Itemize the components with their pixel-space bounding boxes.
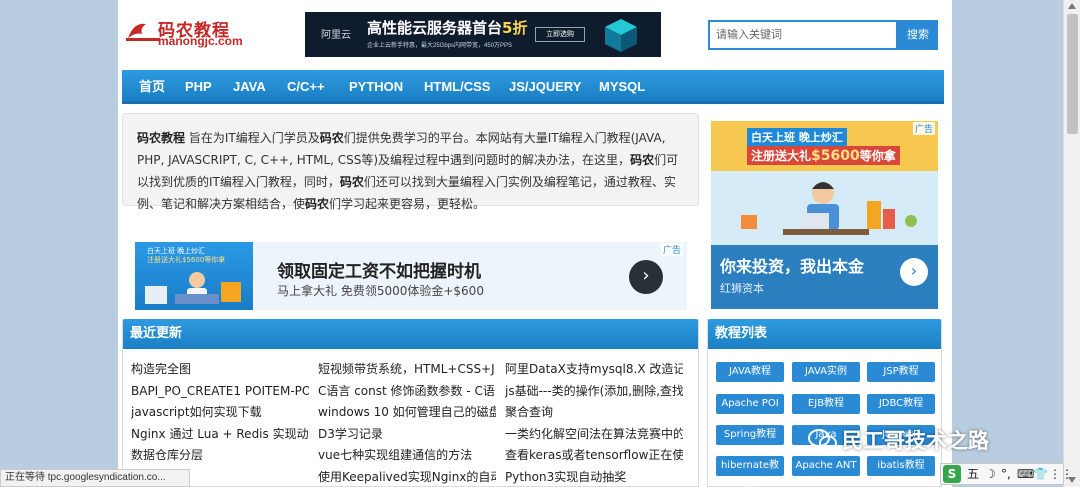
banner-ad-body: 领取固定工资不如把握时机 马上拿大礼 免费领5000体验金+$600 › xyxy=(253,242,687,310)
tutorial-tag[interactable]: hibernate教程 xyxy=(716,456,784,487)
recent-link[interactable]: BAPI_PO_CREATE1 POITEM-PO xyxy=(131,381,309,403)
tutorial-tag[interactable]: Spring教程 xyxy=(716,425,784,445)
recent-list: 构造完全图 BAPI_PO_CREATE1 POITEM-PO javascri… xyxy=(131,359,691,487)
recent-column-3: 阿里DataX支持mysql8.X 改造记 js基础---类的操作(添加,删除,… xyxy=(505,359,683,487)
wechat-watermark: 民工哥技术之路 xyxy=(808,425,989,453)
site-logo[interactable]: 码农教程 manongjc.com xyxy=(124,14,254,50)
nav-item-mysql[interactable]: MYSQL xyxy=(599,70,645,104)
moon-icon[interactable]: ☽ xyxy=(985,464,996,484)
trader-illustration-icon xyxy=(145,272,241,304)
tutorial-tag[interactable]: JSP教程 xyxy=(867,362,935,382)
main-nav: 首页 PHP JAVA C/C++ PYTHON HTML/CSS JS/JQU… xyxy=(122,70,944,104)
search-button[interactable]: 搜索 xyxy=(898,20,938,50)
side-ad-amount: $5600 xyxy=(811,148,860,164)
logo-domain: manongjc.com xyxy=(158,34,243,48)
side-ad-line2-suffix: 等你拿 xyxy=(859,149,896,163)
recent-link[interactable]: C语言 const 修饰函数参数 - C语 xyxy=(318,381,496,403)
recent-link[interactable]: windows 10 如何管理自己的磁盘 xyxy=(318,402,496,424)
recent-link[interactable]: javascript如何实现下载 xyxy=(131,402,309,424)
top-ad-brand: 阿里云 xyxy=(321,30,351,41)
recent-link[interactable]: 聚合查询 xyxy=(505,402,683,424)
top-ad-sub: 企业上云新手特惠，最大25Gbps内网带宽，450万PPS xyxy=(367,43,513,49)
ime-toolbar[interactable]: S 五 ☽ °, ⌨ 👕 ⋮⋮ xyxy=(940,463,1073,485)
recent-link[interactable]: vue七种实现组建通信的方法 xyxy=(318,445,496,467)
office-worker-illustration-icon xyxy=(711,171,938,251)
intro-brand-3: 码农 xyxy=(630,153,655,167)
wechat-icon xyxy=(808,429,837,451)
top-ad-headline-text: 高性能云服务器首台 xyxy=(367,19,503,37)
recent-column-2: 短视频带货系统，HTML+CSS+J C语言 const 修饰函数参数 - C语… xyxy=(318,359,496,487)
nav-item-c-cpp[interactable]: C/C++ xyxy=(287,70,325,104)
grid-icon[interactable]: ⋮⋮ xyxy=(1049,464,1073,484)
side-ad-headline: 你来投资，我出本金 xyxy=(720,257,865,276)
recent-link[interactable]: 使用Keepalived实现Nginx的自动 xyxy=(318,467,496,487)
watermark-text: 民工哥技术之路 xyxy=(842,429,989,453)
top-ad-banner[interactable]: 阿里云 高性能云服务器首台5折 企业上云新手特惠，最大25Gbps内网带宽，45… xyxy=(305,12,661,57)
banner-ad-headline: 领取固定工资不如把握时机 xyxy=(277,262,481,282)
side-ad-line2: 注册送大礼$5600等你拿 xyxy=(747,146,900,165)
recent-link[interactable]: 数据仓库分层 xyxy=(131,445,309,467)
search-box: 请输入关键词 搜索 xyxy=(708,20,938,50)
banner-ad-thumb: 白天上班 晚上炒汇 注册送大礼$5600等你拿 xyxy=(135,242,253,310)
page-container: 码农教程 manongjc.com 阿里云 高性能云服务器首台5折 企业上云新手… xyxy=(118,0,952,487)
recent-link[interactable]: Python3实现自动抽奖 xyxy=(505,467,683,487)
punctuation-icon[interactable]: °, xyxy=(1001,464,1011,484)
nav-item-python[interactable]: PYTHON xyxy=(349,70,403,104)
recent-link[interactable]: js基础---类的操作(添加,删除,查找 xyxy=(505,381,683,403)
intro-brand: 码农教程 xyxy=(137,131,186,145)
ime-mode[interactable]: 五 xyxy=(967,464,979,484)
browser-status-bar: 正在等待 tpc.googlesyndication.co... xyxy=(0,469,190,487)
skin-icon[interactable]: 👕 xyxy=(1033,464,1048,484)
tutorial-tag[interactable]: JAVA教程 xyxy=(716,362,784,382)
intro-text-1: 旨在为IT编程入门学员及 xyxy=(185,131,320,145)
tutorial-tag[interactable]: EJB教程 xyxy=(792,394,860,414)
recent-link[interactable]: 短视频带货系统，HTML+CSS+J xyxy=(318,359,496,381)
banner-ad-sub: 马上拿大礼 免费领5000体验金+$600 xyxy=(277,284,484,298)
side-ad[interactable]: 白天上班 晚上炒汇 注册送大礼$5600等你拿 你来投资，我出本金 红狮资本 ›… xyxy=(711,121,938,309)
tutorial-panel: JAVA教程 JAVA实例 JSP教程 Apache POI EJB教程 JDB… xyxy=(707,319,942,487)
ad-tag-close-icon[interactable]: 广告 xyxy=(660,243,683,256)
recent-panel: 构造完全图 BAPI_PO_CREATE1 POITEM-PO javascri… xyxy=(122,319,699,487)
intro-brand-2: 码农 xyxy=(319,131,344,145)
search-input[interactable]: 请输入关键词 xyxy=(708,20,898,50)
server-cube-icon xyxy=(605,19,637,52)
recent-link[interactable]: 构造完全图 xyxy=(131,359,309,381)
top-ad-headline-highlight: 5折 xyxy=(502,19,528,37)
nav-item-java[interactable]: JAVA xyxy=(233,70,266,104)
top-ad-headline: 高性能云服务器首台5折 xyxy=(367,17,527,38)
tutorial-tag[interactable]: ibatis教程 xyxy=(867,456,935,476)
intro-brand-4: 码农 xyxy=(339,175,364,189)
banner-ad[interactable]: 白天上班 晚上炒汇 注册送大礼$5600等你拿 领取固定工资不如把握时机 马上拿… xyxy=(135,242,687,310)
recent-link[interactable]: D3学习记录 xyxy=(318,424,496,446)
nav-item-php[interactable]: PHP xyxy=(185,70,212,104)
top-ad-cta-button[interactable]: 立即选购 xyxy=(535,27,585,42)
side-ad-line2-prefix: 注册送大礼 xyxy=(751,149,812,163)
nav-item-home[interactable]: 首页 xyxy=(139,70,165,104)
tutorial-tag[interactable]: JAVA实例 xyxy=(792,362,860,382)
recent-link[interactable]: 阿里DataX支持mysql8.X 改造记 xyxy=(505,359,683,381)
nav-item-js-jquery[interactable]: JS/JQUERY xyxy=(509,70,582,104)
sogou-logo-icon[interactable]: S xyxy=(943,465,961,483)
recent-column-1: 构造完全图 BAPI_PO_CREATE1 POITEM-PO javascri… xyxy=(131,359,309,467)
recent-link[interactable]: 查看keras或者tensorflow正在使 xyxy=(505,445,683,467)
recent-link[interactable]: Nginx 通过 Lua + Redis 实现动态 xyxy=(131,424,309,446)
keyboard-icon[interactable]: ⌨ xyxy=(1017,464,1034,484)
scroll-up-icon[interactable] xyxy=(1068,3,1076,9)
page-scrollbar[interactable] xyxy=(1063,0,1080,487)
side-ad-arrow-icon[interactable]: › xyxy=(900,258,928,286)
scroll-thumb[interactable] xyxy=(1067,14,1078,134)
tutorial-tag[interactable]: JDBC教程 xyxy=(867,394,935,414)
intro-brand-5: 码农 xyxy=(305,197,330,211)
recent-link[interactable]: 一类约化解空间法在算法竞赛中的 xyxy=(505,424,683,446)
intro-text-5: 们学习起来更容易，更轻松。 xyxy=(329,197,486,211)
tutorial-tag[interactable]: Apache POI xyxy=(716,394,784,414)
tutorial-tag[interactable]: Apache ANT xyxy=(792,456,860,476)
banner-ad-arrow-icon[interactable]: › xyxy=(629,260,663,294)
side-ad-line1: 白天上班 晚上炒汇 xyxy=(747,128,847,146)
side-ad-tag-icon[interactable]: 广告 xyxy=(912,122,935,135)
site-intro: 码农教程 旨在为IT编程入门学员及码农们提供免费学习的平台。本网站有大量IT编程… xyxy=(122,113,699,211)
nav-item-html-css[interactable]: HTML/CSS xyxy=(424,70,490,104)
side-ad-bottom: 你来投资，我出本金 红狮资本 › xyxy=(711,245,938,309)
side-ad-sub: 红狮资本 xyxy=(720,282,764,295)
